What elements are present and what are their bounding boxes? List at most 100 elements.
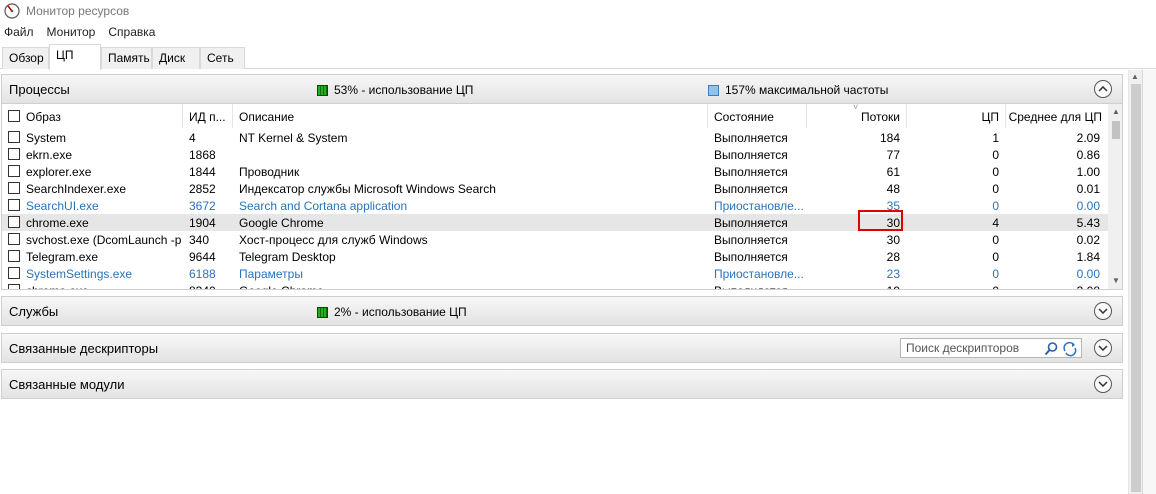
cell-description: NT Kernel & System: [239, 131, 348, 145]
table-row[interactable]: SearchUI.exe 3672 Search and Cortana appli…: [2, 197, 1108, 214]
table-row[interactable]: chrome.exe 1904 Google Chrome Выполняется 30…: [2, 214, 1108, 231]
scrollbar-thumb[interactable]: [1112, 121, 1120, 139]
menu-monitor[interactable]: Монитор: [47, 25, 96, 39]
column-cpu[interactable]: ЦП: [907, 104, 1006, 128]
column-threads[interactable]: ˅ Потоки: [807, 104, 907, 128]
chevron-down-icon: [1098, 345, 1108, 351]
column-description[interactable]: Описание: [233, 104, 708, 128]
cell-average-cpu: 5.43: [1076, 216, 1100, 230]
main-scrollbar-thumb[interactable]: [1131, 84, 1141, 492]
cell-pid: 4: [189, 131, 196, 145]
max-frequency-text: 157% максимальной частоты: [725, 83, 889, 97]
table-row[interactable]: explorer.exe 1844 Проводник Выполняется 61 0 1…: [2, 163, 1108, 180]
main-scrollbar[interactable]: ▲: [1128, 70, 1142, 494]
chevron-down-icon: [1098, 308, 1108, 314]
table-row[interactable]: ekrn.exe 1868 Выполняется 77 0 0.86: [2, 146, 1108, 163]
row-checkbox[interactable]: [8, 131, 20, 143]
tab-memory[interactable]: Память: [101, 47, 152, 69]
cell-cpu: 0: [992, 233, 999, 247]
cell-average-cpu: 3.08: [1006, 284, 1100, 289]
cell-description: Google Chrome: [239, 216, 324, 230]
cell-pid: 2852: [189, 182, 216, 196]
cpu-usage-stat: 53% - использование ЦП: [317, 83, 473, 97]
modules-section-header[interactable]: Связанные модули: [1, 369, 1123, 399]
row-checkbox[interactable]: [8, 148, 20, 160]
cell-description: Telegram Desktop: [239, 250, 336, 264]
tab-cpu[interactable]: ЦП: [49, 44, 101, 70]
column-image[interactable]: Образ: [2, 104, 183, 128]
cell-state: Выполняется: [714, 284, 804, 289]
services-cpu-usage-stat: 2% - использование ЦП: [317, 305, 467, 319]
cell-description: Параметры: [239, 267, 303, 281]
search-icon[interactable]: [1043, 341, 1059, 357]
cell-state: Выполняется: [714, 131, 788, 145]
table-row[interactable]: svchost.exe (DcomLaunch -p) 340 Хост-проце…: [2, 231, 1108, 248]
cell-threads: 48: [886, 182, 900, 196]
cell-cpu: 0: [907, 284, 999, 289]
cell-threads: 19: [807, 284, 900, 289]
table-row[interactable]: SearchIndexer.exe 2852 Индексатор службы M…: [2, 180, 1108, 197]
column-average-cpu[interactable]: Среднее для ЦП: [1006, 104, 1108, 128]
row-checkbox[interactable]: [8, 267, 20, 279]
scroll-up-arrow-icon[interactable]: ▲: [1112, 107, 1120, 116]
services-title: Службы: [9, 304, 59, 319]
tab-disk[interactable]: Диск: [152, 47, 200, 69]
cell-cpu: 0: [992, 267, 999, 281]
chevron-down-icon: [1098, 381, 1108, 387]
table-row[interactable]: chrome.exe 8340 Google Chrome Выполняется19…: [2, 282, 1108, 289]
cell-image: ekrn.exe: [26, 148, 73, 162]
cell-pid: 1904: [189, 216, 216, 230]
cell-state: Выполняется: [714, 165, 788, 179]
cell-state: Выполняется: [714, 250, 788, 264]
column-threads-label: Потоки: [860, 110, 900, 124]
cell-pid: 8340: [189, 284, 231, 289]
graphs-panel-edge: [1142, 70, 1156, 494]
menu-help[interactable]: Справка: [108, 25, 155, 39]
row-checkbox[interactable]: [8, 216, 20, 228]
processes-scrollbar[interactable]: ▲ ▼: [1108, 104, 1122, 289]
cell-description: Хост-процесс для служб Windows: [239, 233, 428, 247]
expand-modules-button[interactable]: [1094, 375, 1112, 393]
cell-description: Индексатор службы Microsoft Windows Sear…: [239, 182, 496, 196]
refresh-icon[interactable]: [1062, 341, 1078, 357]
scroll-down-arrow-icon[interactable]: ▼: [1112, 276, 1120, 285]
window-title: Монитор ресурсов: [26, 4, 130, 18]
cell-average-cpu: 0.02: [1076, 233, 1100, 247]
cell-pid: 6188: [189, 267, 216, 281]
table-row[interactable]: System 4 NT Kernel & System Выполняется 184 1…: [2, 129, 1108, 146]
tab-network[interactable]: Сеть: [200, 47, 245, 69]
table-row[interactable]: SystemSettings.exe 6188 Параметры Приостано…: [2, 265, 1108, 282]
tab-overview[interactable]: Обзор: [2, 47, 49, 69]
scroll-up-arrow-icon[interactable]: ▲: [1131, 72, 1139, 81]
handles-search-input[interactable]: [906, 341, 1044, 355]
row-checkbox[interactable]: [8, 250, 20, 262]
cell-image: SystemSettings.exe: [26, 267, 133, 281]
table-header: Образ ИД п... Описание Состояние ˅ Поток…: [2, 104, 1108, 128]
processes-section-header[interactable]: Процессы 53% - использование ЦП 157% мак…: [1, 74, 1123, 104]
table-row[interactable]: Telegram.exe 9644 Telegram Desktop Выполняе…: [2, 248, 1108, 265]
column-state[interactable]: Состояние: [708, 104, 807, 128]
services-section-header[interactable]: Службы 2% - использование ЦП: [1, 296, 1123, 326]
services-cpu-usage-text: 2% - использование ЦП: [334, 305, 467, 319]
cell-state: Выполняется: [714, 182, 788, 196]
row-checkbox[interactable]: [8, 233, 20, 245]
row-checkbox[interactable]: [8, 199, 20, 211]
cpu-usage-text: 53% - использование ЦП: [334, 83, 474, 97]
handles-section-header[interactable]: Связанные дескрипторы: [1, 333, 1123, 363]
expand-services-button[interactable]: [1094, 302, 1112, 320]
processes-table: Образ ИД п... Описание Состояние ˅ Поток…: [1, 104, 1123, 290]
processes-title: Процессы: [9, 82, 70, 97]
cell-threads: 184: [879, 131, 900, 145]
max-frequency-stat: 157% максимальной частоты: [708, 83, 888, 97]
collapse-processes-button[interactable]: [1094, 80, 1112, 98]
row-checkbox[interactable]: [8, 182, 20, 194]
modules-title: Связанные модули: [9, 377, 125, 392]
row-checkbox[interactable]: [8, 284, 20, 289]
cell-threads: 77: [886, 148, 900, 162]
row-checkbox[interactable]: [8, 165, 20, 177]
expand-handles-button[interactable]: [1094, 339, 1112, 357]
cell-threads: 28: [886, 250, 900, 264]
column-pid[interactable]: ИД п...: [183, 104, 233, 128]
menu-file[interactable]: Файл: [4, 25, 34, 39]
highlighted-threads-cell: [858, 210, 903, 231]
